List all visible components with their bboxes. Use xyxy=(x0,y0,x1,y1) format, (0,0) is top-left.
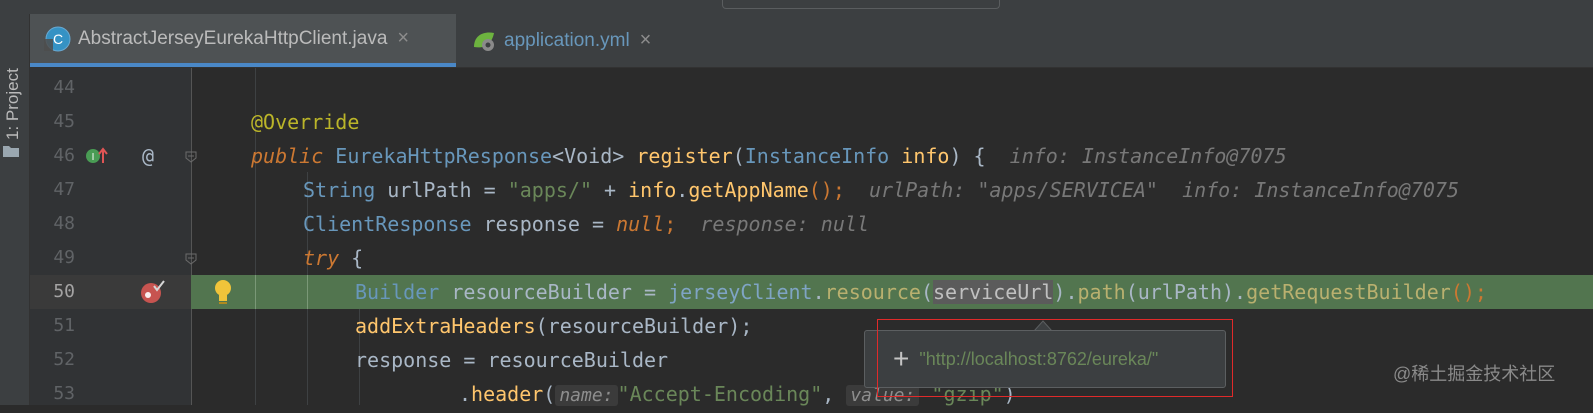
code-line-45[interactable]: 45 @Override xyxy=(30,105,1593,139)
code-line-48[interactable]: 48 ClientResponse response = null; respo… xyxy=(30,207,1593,241)
svg-text:I: I xyxy=(92,152,95,163)
watermark: @稀土掘金技术社区 xyxy=(1393,364,1556,384)
line-number: 52 xyxy=(53,349,75,370)
breakpoint-icon[interactable] xyxy=(140,280,166,304)
annotation-override: @Override xyxy=(251,110,360,134)
project-tool-tab[interactable]: 1: Project xyxy=(0,32,29,162)
code-line-50-execution-point[interactable]: 50 Builder resourceBuilder = jerseyClien… xyxy=(30,275,1593,309)
inline-debug-value: response: null xyxy=(700,212,869,236)
code-line-49[interactable]: 49 try { xyxy=(30,241,1593,275)
main-toolbar xyxy=(0,0,1593,15)
line-number: 53 xyxy=(53,383,75,404)
inline-debug-value: info: InstanceInfo@7075 xyxy=(1182,178,1460,202)
line-code: try { xyxy=(303,246,364,270)
code-line-44[interactable]: 44 xyxy=(30,71,1593,105)
line-code: Builder resourceBuilder = jerseyClient.r… xyxy=(355,280,1487,304)
code-line-53[interactable]: 53 .header(name: "Accept-Encoding", value… xyxy=(30,377,1593,411)
code-line-52[interactable]: 52 response = resourceBuilder xyxy=(30,343,1593,377)
spring-boot-yml-icon xyxy=(474,32,494,51)
indent-guide xyxy=(307,275,308,309)
inline-debug-value: info: InstanceInfo@7075 xyxy=(1009,144,1287,168)
line-code: public EurekaHttpResponse<Void> register… xyxy=(251,144,1287,168)
line-code: addExtraHeaders(resourceBuilder); xyxy=(355,314,753,338)
tab-abstract-jersey-client[interactable]: C AbstractJerseyEurekaHttpClient.java × xyxy=(30,14,456,67)
line-number: 47 xyxy=(53,179,75,200)
line-code: @Override xyxy=(251,105,359,139)
close-icon[interactable]: × xyxy=(640,29,652,52)
left-tool-strip: 1: Project xyxy=(0,14,30,405)
inline-debug-value: urlPath: "apps/SERVICEA" xyxy=(868,178,1158,202)
indent-guide xyxy=(255,275,256,309)
lightbulb-icon[interactable] xyxy=(212,278,234,306)
folder-icon xyxy=(3,146,19,157)
java-class-icon: C xyxy=(44,26,71,51)
close-icon[interactable]: × xyxy=(397,27,409,50)
tab-application-yml[interactable]: application.yml × xyxy=(456,14,676,67)
code-line-46[interactable]: 46 I @ public EurekaHttpResponse<Void> r… xyxy=(30,139,1593,173)
line-code: String urlPath = "apps/" + info.getAppNa… xyxy=(303,178,1460,202)
at-annotation-icon: @ xyxy=(142,144,155,168)
line-code: response = resourceBuilder xyxy=(355,348,669,372)
line-number: 44 xyxy=(53,77,75,98)
line-number: 49 xyxy=(53,247,75,268)
hovered-symbol-serviceUrl[interactable]: serviceUrl xyxy=(933,280,1054,304)
line-number: 50 xyxy=(53,281,75,302)
implements-method-icon[interactable]: I xyxy=(85,146,109,166)
code-editor[interactable]: 44 45 @Override 46 I @ public EurekaHttp… xyxy=(30,68,1593,406)
line-code: ClientResponse response = null; response… xyxy=(303,212,869,236)
editor-tab-bar: C AbstractJerseyEurekaHttpClient.java × … xyxy=(30,14,1593,68)
code-line-47[interactable]: 47 String urlPath = "apps/" + info.getAp… xyxy=(30,173,1593,207)
annotation-red-frame xyxy=(877,319,1233,397)
line-number: 45 xyxy=(53,111,75,132)
toolbar-run-config-box[interactable] xyxy=(722,0,1000,9)
tab-label: AbstractJerseyEurekaHttpClient.java xyxy=(78,27,388,49)
tab-label: application.yml xyxy=(504,29,630,51)
line-number: 51 xyxy=(53,315,75,336)
svg-text:C: C xyxy=(53,31,63,47)
fold-marker-icon[interactable] xyxy=(185,151,197,163)
line-number: 46 xyxy=(53,145,75,166)
parameter-hint: name: xyxy=(555,385,618,406)
code-line-51[interactable]: 51 addExtraHeaders(resourceBuilder); xyxy=(30,309,1593,343)
project-tab-label: 1: Project xyxy=(3,68,22,140)
fold-marker-icon[interactable] xyxy=(185,253,197,265)
line-number: 48 xyxy=(53,213,75,234)
